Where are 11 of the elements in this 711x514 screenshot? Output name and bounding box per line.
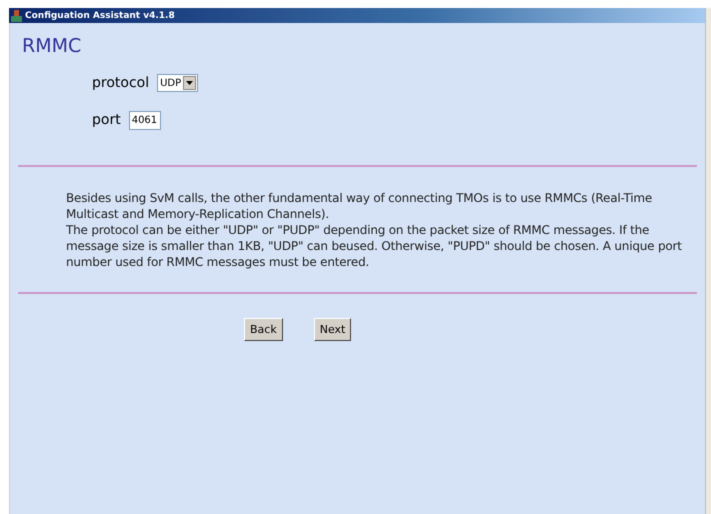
dropdown-arrow-icon xyxy=(186,81,194,85)
page-heading: RMMC xyxy=(21,35,82,57)
window-title: Configuation Assistant v4.1.8 xyxy=(25,10,175,20)
back-button[interactable]: Back xyxy=(244,318,283,341)
protocol-dropdown[interactable]: UDP xyxy=(157,74,198,92)
port-field[interactable]: 4061 xyxy=(128,110,161,130)
description-text: Besides using SvM calls, the other fundamental way of connecting TMOs is to use RMMCs (Real-Time Multicast and Memory-Replication Channels). The protocol can be either "UDP" or "PUDP" depending on the packet size of RMMC messages. If the message size is smaller than 1KB, "UDP" can beused. Otherwise, "PUPD" should be chosen. A unique port number used for RMMC messages must be entered. xyxy=(65,190,683,271)
field-label: port xyxy=(92,112,121,128)
field-label: protocol xyxy=(92,75,150,91)
app-icon xyxy=(11,10,22,22)
next-button[interactable]: Next xyxy=(314,318,352,341)
